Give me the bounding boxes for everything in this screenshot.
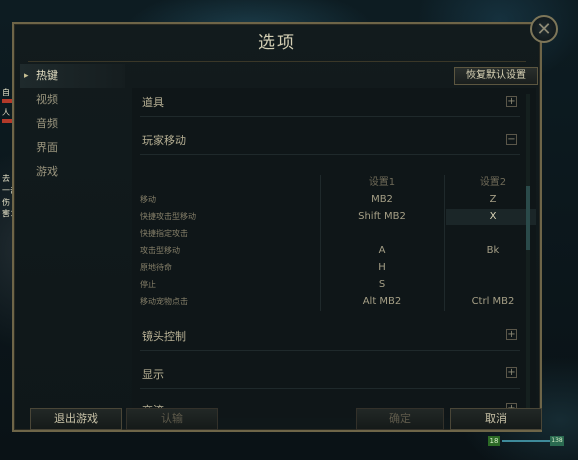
keybind-row: 原地待命 H bbox=[140, 260, 520, 277]
sidebar-item-video[interactable]: 视频 bbox=[20, 88, 125, 112]
close-icon[interactable]: ✕ bbox=[530, 15, 558, 43]
keybind-slot-1[interactable]: H bbox=[322, 260, 442, 276]
xp-number: 138 bbox=[550, 436, 564, 446]
keybind-slot-2[interactable] bbox=[446, 226, 536, 242]
sidebar-item-game[interactable]: 游戏 bbox=[20, 160, 125, 184]
sidebar-item-label: 热键 bbox=[36, 69, 58, 82]
keybind-slot-1[interactable]: MB2 bbox=[322, 192, 442, 208]
column-header-setting2: 设置2 bbox=[479, 177, 507, 188]
keybind-row: 快捷指定攻击 bbox=[140, 226, 520, 243]
keybind-name: 原地待命 bbox=[140, 263, 172, 272]
collapse-minus-icon[interactable]: − bbox=[506, 134, 517, 145]
movement-keybind-table: 设置1 设置2 移动 MB2 Z 快捷攻击型移动 Shift MB2 X 快捷指… bbox=[140, 175, 536, 311]
hotkeys-panel: 道具 + 玩家移动 − 设置1 设置2 移动 MB2 Z 快捷攻击型移动 Shi… bbox=[132, 88, 536, 418]
section-divider bbox=[140, 116, 520, 117]
keybind-name: 快捷指定攻击 bbox=[140, 229, 188, 238]
surrender-button[interactable]: 认输 bbox=[126, 408, 218, 430]
experience-bar: 18 138 bbox=[488, 436, 568, 446]
section-divider bbox=[140, 388, 520, 389]
section-divider bbox=[140, 350, 520, 351]
hud-text: 去 bbox=[2, 174, 10, 183]
level-badge: 18 bbox=[488, 436, 500, 446]
keybind-slot-2[interactable] bbox=[446, 277, 536, 293]
keybind-name: 移动 bbox=[140, 195, 156, 204]
keybind-row: 快捷攻击型移动 Shift MB2 X bbox=[140, 209, 536, 226]
keybind-slot-1[interactable] bbox=[322, 226, 442, 242]
cancel-button[interactable]: 取消 bbox=[450, 408, 542, 430]
panel-scrollbar[interactable] bbox=[526, 94, 530, 414]
keybind-slot-1[interactable]: Shift MB2 bbox=[322, 209, 442, 225]
exit-game-button[interactable]: 退出游戏 bbox=[30, 408, 122, 430]
sidebar-item-label: 界面 bbox=[36, 141, 58, 154]
chevron-right-icon: ▸ bbox=[24, 71, 29, 81]
sidebar-item-audio[interactable]: 音频 bbox=[20, 112, 125, 136]
sidebar-item-label: 视频 bbox=[36, 93, 58, 106]
keybind-row: 攻击型移动 A Bk bbox=[140, 243, 520, 260]
keybind-slot-2[interactable]: X bbox=[446, 209, 536, 225]
keybind-slot-2[interactable] bbox=[446, 260, 536, 276]
section-movement-header[interactable]: 玩家移动 bbox=[142, 132, 186, 148]
section-display-header[interactable]: 显示 bbox=[142, 366, 164, 382]
keybind-row: 移动宠物点击 Alt MB2 Ctrl MB2 bbox=[140, 294, 520, 311]
keybind-name: 快捷攻击型移动 bbox=[140, 212, 196, 221]
hud-text: 人 bbox=[2, 108, 10, 117]
keybind-header-row: 设置1 设置2 bbox=[140, 175, 520, 192]
hud-text: 自 bbox=[2, 88, 10, 97]
options-dialog: 选项 ▸ 热键 视频 音频 界面 游戏 恢复默认设置 道具 + 玩家移动 − 设… bbox=[12, 22, 542, 432]
section-camera-header[interactable]: 镜头控制 bbox=[142, 328, 186, 344]
keybind-row: 移动 MB2 Z bbox=[140, 192, 520, 209]
keybind-name: 停止 bbox=[140, 280, 156, 289]
expand-plus-icon[interactable]: + bbox=[506, 96, 517, 107]
title-divider bbox=[28, 61, 526, 62]
sidebar-item-interface[interactable]: 界面 bbox=[20, 136, 125, 160]
keybind-slot-1[interactable]: S bbox=[322, 277, 442, 293]
expand-plus-icon[interactable]: + bbox=[506, 329, 517, 340]
reset-defaults-button[interactable]: 恢复默认设置 bbox=[454, 67, 538, 85]
sidebar-item-label: 游戏 bbox=[36, 165, 58, 178]
keybind-slot-2[interactable]: Z bbox=[446, 192, 536, 208]
keybind-slot-2[interactable]: Bk bbox=[446, 243, 536, 259]
section-divider bbox=[140, 154, 520, 155]
expand-plus-icon[interactable]: + bbox=[506, 367, 517, 378]
ok-button[interactable]: 确定 bbox=[356, 408, 444, 430]
options-sidebar: ▸ 热键 视频 音频 界面 游戏 bbox=[20, 64, 125, 184]
keybind-slot-2[interactable]: Ctrl MB2 bbox=[446, 294, 536, 310]
keybind-slot-1[interactable]: A bbox=[322, 243, 442, 259]
hud-text: ： bbox=[2, 210, 10, 219]
scroll-thumb[interactable] bbox=[526, 186, 530, 250]
keybind-row: 停止 S bbox=[140, 277, 520, 294]
sidebar-item-label: 音频 bbox=[36, 117, 58, 130]
keybind-name: 攻击型移动 bbox=[140, 246, 180, 255]
dialog-title: 选项 bbox=[258, 33, 296, 53]
section-items-header[interactable]: 道具 bbox=[142, 94, 164, 110]
sidebar-item-hotkeys[interactable]: ▸ 热键 bbox=[20, 64, 125, 88]
keybind-name: 移动宠物点击 bbox=[140, 297, 188, 306]
keybind-slot-1[interactable]: Alt MB2 bbox=[322, 294, 442, 310]
column-header-setting1: 设置1 bbox=[368, 177, 396, 188]
xp-fill bbox=[502, 440, 552, 442]
